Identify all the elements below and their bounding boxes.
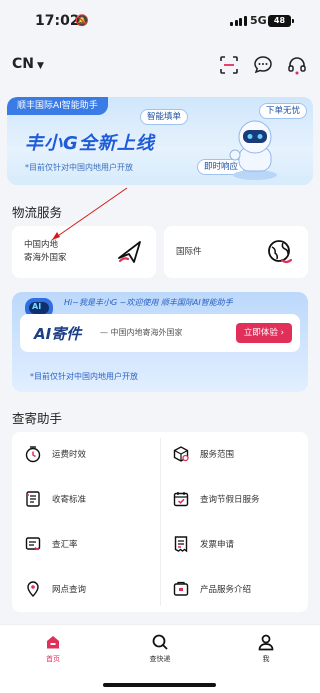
banner-subtitle: *目前仅针对中国内地用户开放 [25, 163, 133, 172]
product-icon [173, 581, 189, 596]
helper-item-product-intro[interactable]: 产品服务介绍 [160, 567, 308, 612]
helper-item-label: 查询节假日服务 [200, 495, 260, 505]
helper-grid: 运费时效 服务范围 收寄标准 查询节假日服务 查汇率 发票申请 网点查询 产品服… [12, 432, 308, 612]
location-icon [27, 581, 39, 597]
network-type: 5G [250, 14, 267, 27]
ai-card-footnote: *目前仅针对中国内地用户开放 [30, 372, 138, 381]
service-card-mainland-to-overseas[interactable]: 中国内地 寄海外国家 [12, 226, 156, 278]
invoice-icon [174, 536, 188, 553]
tab-home[interactable]: 首页 [23, 633, 83, 664]
try-now-button[interactable]: 立即体验 › [235, 323, 292, 343]
status-time: 17:02 [35, 13, 80, 29]
headset-icon[interactable] [286, 54, 308, 76]
helper-item-label: 产品服务介绍 [200, 585, 252, 595]
home-icon [47, 636, 59, 649]
helper-item-label: 查汇率 [52, 540, 78, 550]
user-icon [258, 634, 274, 651]
signal-icon [230, 16, 247, 26]
service-card-line1: 中国内地 [24, 240, 59, 250]
paper-plane-icon [118, 241, 141, 263]
promo-banner[interactable]: 顺丰国际AI智能助手 丰小G全新上线 *目前仅针对中国内地用户开放 智能填单 下… [7, 97, 313, 185]
logistics-section-title: 物流服务 [12, 205, 63, 220]
helper-item-outlet-search[interactable]: 网点查询 [12, 567, 160, 612]
ai-card-inner: AI寄件 — 中国内地寄海外国家 立即体验 › [20, 314, 300, 352]
ai-shipping-card[interactable]: AI Hi~我是丰小G ~欢迎使用 顺丰国际AI智能助手 AI寄件 — 中国内地… [12, 292, 308, 392]
service-card-international[interactable]: 国际件 [164, 226, 308, 278]
service-card-line2: 寄海外国家 [24, 253, 67, 263]
helper-item-exchange-rate[interactable]: 查汇率 [12, 522, 160, 567]
helper-item-shipping-standards[interactable]: 收寄标准 [12, 477, 160, 522]
status-bar: 17:02 🔕 5G 48 [0, 0, 320, 44]
tab-me-label: 我 [262, 655, 270, 663]
calendar-icon [173, 492, 189, 507]
banner-title: 丰小G全新上线 [25, 133, 155, 154]
ai-card-greeting: Hi~我是丰小G ~欢迎使用 顺丰国际AI智能助手 [64, 298, 233, 307]
service-card-international-label: 国际件 [176, 247, 202, 257]
helper-item-invoice-request[interactable]: 发票申请 [160, 522, 308, 567]
scan-icon[interactable] [218, 54, 240, 76]
search-icon [152, 634, 168, 650]
tab-track-package[interactable]: 查快递 [130, 633, 190, 664]
box-icon [173, 446, 189, 462]
helper-section-title: 查寄助手 [12, 411, 63, 426]
globe-icon [268, 240, 293, 264]
ai-card-title: AI寄件 [34, 325, 82, 343]
document-icon [26, 491, 40, 507]
clock-icon [25, 446, 41, 463]
exchange-icon [25, 537, 41, 551]
tab-me[interactable]: 我 [236, 633, 296, 664]
helper-item-freight-time[interactable]: 运费时效 [12, 432, 160, 477]
tab-track-label: 查快递 [149, 655, 171, 663]
helper-item-label: 网点查询 [52, 585, 87, 595]
chevron-right-icon: › [280, 328, 284, 338]
banner-pill-smart-fill: 智能填单 [140, 109, 189, 125]
region-selector[interactable]: CN ▼ [12, 56, 44, 72]
mute-bell-icon: 🔕 [75, 14, 89, 27]
helper-item-holiday-service[interactable]: 查询节假日服务 [160, 477, 308, 522]
helper-item-label: 收寄标准 [52, 495, 87, 505]
banner-tag: 顺丰国际AI智能助手 [7, 97, 108, 115]
top-header: CN ▼ [0, 48, 320, 82]
helper-item-label: 发票申请 [200, 540, 235, 550]
tab-home-label: 首页 [46, 655, 60, 663]
robot-mascot-icon [229, 120, 277, 180]
try-now-label: 立即体验 [243, 328, 278, 338]
ai-card-desc: — 中国内地寄海外国家 [100, 328, 183, 337]
chat-icon[interactable] [252, 54, 274, 76]
helper-item-label: 运费时效 [52, 450, 87, 460]
helper-item-service-range[interactable]: 服务范围 [160, 432, 308, 477]
home-indicator [103, 683, 216, 687]
helper-item-label: 服务范围 [200, 450, 235, 460]
ai-badge: AI [32, 302, 42, 311]
battery-icon: 48 [268, 15, 294, 27]
caret-down-icon: ▼ [37, 61, 44, 71]
region-label: CN [12, 56, 34, 72]
